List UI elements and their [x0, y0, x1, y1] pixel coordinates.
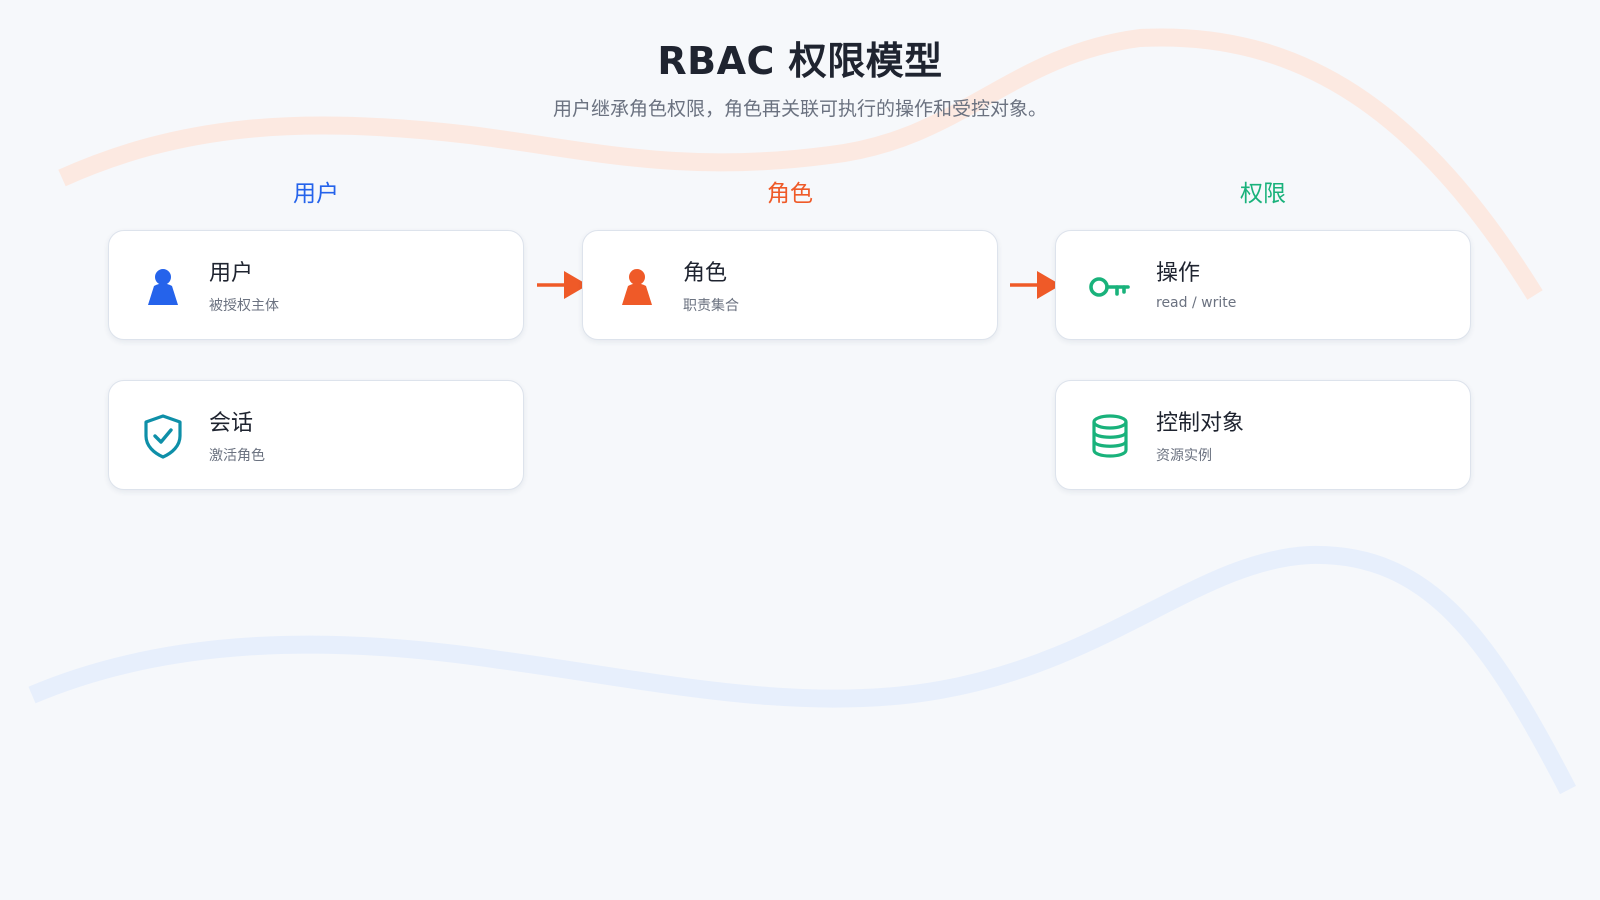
page-subtitle: 用户继承角色权限，角色再关联可执行的操作和受控对象。	[552, 98, 1047, 120]
operation-card-subtitle: read / write	[1156, 295, 1237, 311]
object-card-title: 控制对象	[1156, 411, 1245, 436]
role-user-icon	[613, 262, 661, 310]
shield-check-icon	[139, 412, 187, 460]
database-icon	[1086, 412, 1134, 460]
user-card[interactable]: 用户 被授权主体	[108, 230, 524, 340]
object-card-subtitle: 资源实例	[1156, 448, 1212, 464]
blue-wave	[28, 545, 1576, 795]
session-card-subtitle: 激活角色	[209, 448, 265, 464]
column-header-user: 用户	[293, 181, 339, 207]
operation-card[interactable]: 操作 read / write	[1055, 230, 1471, 340]
session-card-title: 会话	[209, 411, 254, 436]
role-card-subtitle: 职责集合	[683, 298, 739, 314]
key-icon	[1086, 262, 1134, 310]
operation-card-title: 操作	[1156, 261, 1201, 286]
page-title: RBAC 权限模型	[657, 39, 943, 83]
column-header-role: 角色	[767, 181, 813, 207]
user-card-subtitle: 被授权主体	[209, 298, 279, 314]
role-card[interactable]: 角色 职责集合	[582, 230, 998, 340]
user-card-title: 用户	[209, 261, 254, 286]
user-icon	[139, 262, 187, 310]
session-card[interactable]: 会话 激活角色	[108, 380, 524, 490]
column-header-permission: 权限	[1240, 181, 1286, 207]
arrow-right-icon	[536, 268, 588, 302]
object-card[interactable]: 控制对象 资源实例	[1055, 380, 1471, 490]
role-card-title: 角色	[683, 261, 728, 286]
arrow-right-icon	[1009, 268, 1061, 302]
